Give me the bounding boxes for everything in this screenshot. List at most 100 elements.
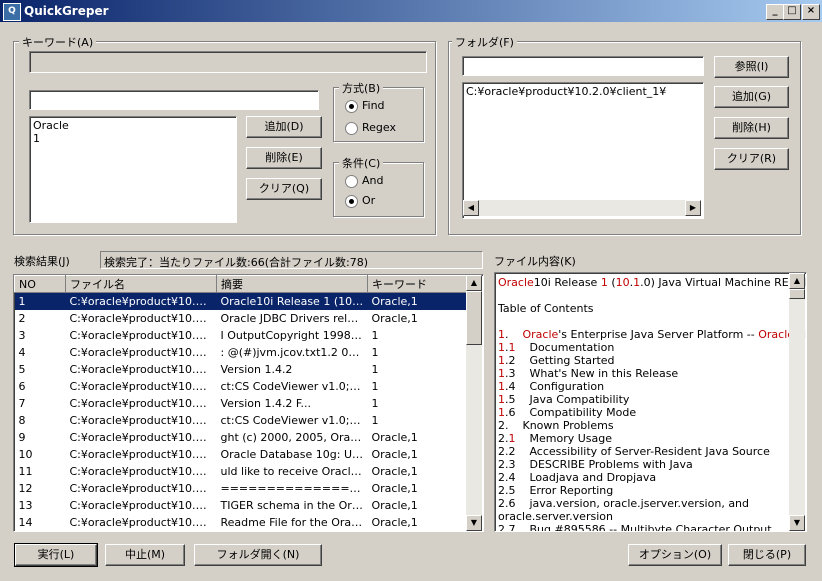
content-line: 1.1 Documentation	[498, 341, 615, 354]
table-cell: C:¥oracle¥product¥10.2....	[69, 465, 217, 478]
keyword-delete-button[interactable]: 削除(E)	[246, 147, 322, 169]
column-header-keyword[interactable]: キーワード	[367, 275, 467, 293]
content-line: 2.3 DESCRIBE Problems with Java	[498, 458, 693, 471]
table-cell: C:¥oracle¥product¥10.2....	[69, 329, 217, 342]
table-row[interactable]: 4 C:¥oracle¥product¥10.2.... : @(#)jvm.jc…	[15, 344, 467, 361]
folder-browse-button[interactable]: 参照(I)	[714, 56, 789, 78]
table-cell: 11	[18, 465, 33, 478]
content-line: Table of Contents	[498, 302, 594, 315]
column-header-no[interactable]: NO	[14, 275, 66, 293]
list-item[interactable]: C:¥oracle¥product¥10.2.0¥client_1¥	[463, 83, 703, 100]
scroll-right-icon[interactable]: ▶	[685, 200, 701, 216]
table-cell: uld like to receive Oracle S...	[220, 465, 368, 478]
file-content-view[interactable]: Oracle10i Release 1 (10.1.0) Java Virtua…	[494, 272, 807, 532]
minimize-button[interactable]: _	[766, 4, 784, 20]
table-cell: Oracle,1	[367, 292, 467, 310]
content-line: 1.5 Java Compatibility	[498, 393, 630, 406]
options-button[interactable]: オプション(O)	[628, 544, 722, 566]
folder-clear-button[interactable]: クリア(R)	[714, 148, 789, 170]
table-cell: 1	[371, 363, 379, 376]
table-row[interactable]: 10 C:¥oracle¥product¥10.2.... Oracle Datab…	[15, 446, 467, 463]
content-line: 2.2 Accessibility of Server-Resident Jav…	[498, 445, 770, 458]
scroll-down-icon[interactable]: ▼	[466, 515, 482, 531]
stop-button[interactable]: 中止(M)	[105, 544, 185, 566]
keyword-list[interactable]: Oracle 1	[29, 116, 237, 223]
open-folder-button[interactable]: フォルダ開く(N)	[194, 544, 322, 566]
table-row[interactable]: 7 C:¥oracle¥product¥10.2.... Version 1.4.…	[15, 395, 467, 412]
table-row[interactable]: 5 C:¥oracle¥product¥10.2.... Version 1.4.…	[15, 361, 467, 378]
table-row[interactable]: 3 C:¥oracle¥product¥10.2.... I OutputCopyr…	[15, 327, 467, 344]
list-item[interactable]: 1	[33, 132, 233, 145]
content-vscrollbar[interactable]: ▲ ▼	[789, 273, 805, 531]
table-cell: 1	[371, 414, 379, 427]
table-cell: 13	[18, 499, 33, 512]
content-line: 1.6 Compatibility Mode	[498, 406, 637, 419]
content-line: 2. Known Problems	[498, 419, 614, 432]
table-cell: C:¥oracle¥product¥10.2....	[69, 448, 217, 461]
condition-or-label: Or	[362, 194, 376, 207]
table-row[interactable]: 2 C:¥oracle¥product¥10.2.... Oracle JDBC D…	[15, 310, 467, 327]
table-cell: 5	[18, 363, 26, 376]
folder-add-button[interactable]: 追加(G)	[714, 86, 789, 108]
keyword-add-button[interactable]: 追加(D)	[246, 116, 322, 138]
list-item[interactable]: Oracle	[33, 119, 233, 132]
table-cell: Oracle,1	[371, 431, 418, 444]
table-cell: 1	[371, 346, 379, 359]
table-row[interactable]: 1 C:¥oracle¥product¥10.2.... Oracle10i Rel…	[14, 292, 467, 310]
method-find-label: Find	[362, 99, 385, 112]
condition-or-radio[interactable]	[345, 194, 358, 208]
scroll-down-icon[interactable]: ▼	[789, 515, 805, 531]
scroll-thumb[interactable]	[466, 291, 482, 345]
close-button[interactable]: 閉じる(P)	[728, 544, 806, 566]
content-line: oracle.server.version	[498, 510, 613, 523]
method-group-label: 方式(B)	[339, 80, 384, 96]
folder-delete-button[interactable]: 削除(H)	[714, 117, 789, 139]
condition-and-radio[interactable]	[345, 174, 358, 188]
table-cell: 12	[18, 482, 33, 495]
table-cell: 1	[371, 329, 379, 342]
folder-input[interactable]	[462, 56, 704, 76]
folder-list-hscrollbar[interactable]: ◀ ▶	[463, 200, 701, 216]
method-find-radio[interactable]	[345, 99, 358, 113]
results-table-container[interactable]: NO ファイル名 摘要 キーワード 1 C:¥oracle¥product¥10.…	[13, 274, 484, 532]
table-row[interactable]: 12 C:¥oracle¥product¥10.2.... ============…	[15, 480, 467, 497]
content-line: 2.4 Loadjava and Dropjava	[498, 471, 657, 484]
method-regex-radio[interactable]	[345, 121, 358, 135]
table-cell: C:¥oracle¥product¥10.2....	[69, 414, 217, 427]
content-line: 1.4 Configuration	[498, 380, 605, 393]
table-row[interactable]: 9 C:¥oracle¥product¥10.2.... ght (c) 2000,…	[15, 429, 467, 446]
scroll-up-icon[interactable]: ▲	[466, 275, 482, 291]
table-cell: 1	[14, 292, 66, 310]
column-header-summary[interactable]: 摘要	[216, 275, 368, 293]
scroll-up-icon[interactable]: ▲	[789, 273, 805, 289]
table-cell: 8	[18, 414, 26, 427]
content-line: 2.1 Memory Usage	[498, 432, 612, 445]
table-cell: Version 1.4.2 F...	[220, 397, 311, 410]
table-row[interactable]: 13 C:¥oracle¥product¥10.2.... TIGER schema…	[15, 497, 467, 514]
folder-list[interactable]: C:¥oracle¥product¥10.2.0¥client_1¥ ◀ ▶	[462, 82, 704, 219]
table-cell: ct:CS CodeViewer v1.0; U...	[220, 414, 368, 427]
table-row[interactable]: 6 C:¥oracle¥product¥10.2.... ct:CS CodeVie…	[15, 378, 467, 395]
content-line	[498, 315, 788, 328]
table-row[interactable]: 14 C:¥oracle¥product¥10.2.... Readme File …	[15, 514, 467, 531]
scroll-left-icon[interactable]: ◀	[463, 200, 479, 216]
table-row[interactable]: 8 C:¥oracle¥product¥10.2.... ct:CS CodeVie…	[15, 412, 467, 429]
maximize-button[interactable]: □	[783, 4, 801, 20]
scroll-thumb[interactable]	[789, 289, 805, 299]
keyword-clear-button[interactable]: クリア(Q)	[246, 178, 322, 200]
run-button[interactable]: 実行(L)	[14, 543, 98, 567]
column-header-filename[interactable]: ファイル名	[65, 275, 217, 293]
table-cell: ght (c) 2000, 2005, Orac...	[220, 431, 367, 444]
results-vscrollbar[interactable]: ▲ ▼	[466, 275, 482, 531]
table-cell: 10	[18, 448, 33, 461]
table-cell: ==================...	[220, 482, 368, 495]
table-cell: C:¥oracle¥product¥10.2....	[65, 292, 217, 310]
close-window-button[interactable]: ×	[802, 4, 820, 20]
file-content-label: ファイル内容(K)	[494, 255, 576, 268]
table-cell: C:¥oracle¥product¥10.2....	[69, 431, 217, 444]
table-row[interactable]: 11 C:¥oracle¥product¥10.2.... uld like to …	[15, 463, 467, 480]
keyword-input[interactable]	[29, 90, 319, 110]
table-cell: 9	[18, 431, 26, 444]
window-title: QuickGreper	[24, 4, 109, 18]
app-icon: Q	[3, 3, 21, 21]
